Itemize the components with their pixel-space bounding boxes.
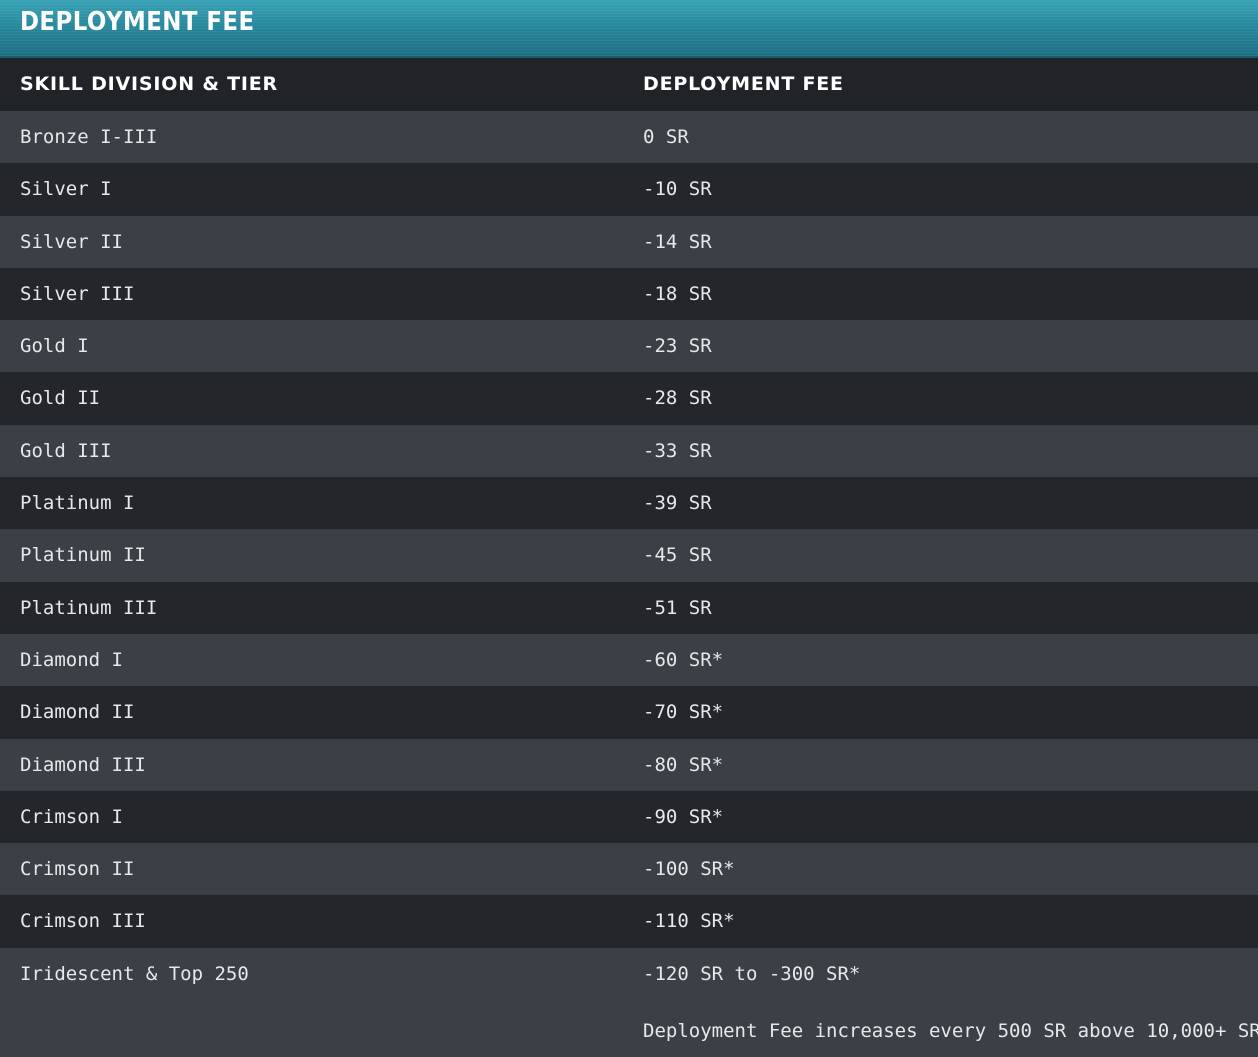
table-row: Diamond I -60 SR*	[0, 633, 1258, 687]
tier-cell: Platinum III	[20, 596, 158, 619]
tier-cell: Silver I	[20, 178, 112, 201]
table-row: Silver II -14 SR	[0, 215, 1258, 268]
tier-cell: Platinum I	[20, 492, 135, 515]
tier-cell: Crimson I	[20, 805, 123, 828]
fee-cell: -90 SR*	[643, 805, 724, 828]
fee-cell: -39 SR	[643, 492, 712, 515]
tier-cell: Platinum II	[20, 544, 146, 567]
fee-cell: -10 SR	[643, 178, 712, 201]
tier-cell: Crimson II	[20, 858, 135, 881]
table-row: Crimson I -90 SR*	[0, 790, 1258, 844]
page-title: DEPLOYMENT FEE	[20, 7, 255, 37]
tier-cell: Gold I	[20, 335, 89, 358]
tier-cell: Silver II	[20, 230, 123, 253]
deployment-fee-table: SKILL DIVISION & TIER DEPLOYMENT FEE Bro…	[0, 58, 1258, 1057]
table-row: Platinum I -39 SR	[0, 477, 1258, 530]
table-row: Iridescent & Top 250 -120 SR to -300 SR*…	[0, 947, 1258, 1057]
tier-cell: Diamond II	[20, 701, 135, 724]
tier-cell: Diamond I	[20, 648, 123, 671]
table-row: Platinum III -51 SR	[0, 581, 1258, 634]
fee-cell: -100 SR*	[643, 858, 735, 881]
table-row: Gold II -28 SR	[0, 372, 1258, 425]
fee-cell: -110 SR*	[643, 910, 735, 933]
fee-cell: -80 SR*	[643, 753, 724, 776]
table-row: Diamond III -80 SR*	[0, 738, 1258, 791]
fee-cell: -23 SR	[643, 335, 712, 358]
tier-cell: Gold III	[20, 439, 112, 462]
fee-footnote: Deployment Fee increases every 500 SR ab…	[643, 1019, 1258, 1042]
tier-cell: Bronze I-III	[20, 126, 158, 148]
tier-cell: Gold II	[20, 387, 101, 410]
table-row: Gold I -23 SR	[0, 320, 1258, 373]
table-row: Crimson II -100 SR*	[0, 843, 1258, 896]
table-row: Crimson III -110 SR*	[0, 895, 1258, 948]
fee-cell: 0 SR	[643, 126, 689, 148]
fee-cell: -28 SR	[643, 387, 712, 410]
tier-cell: Crimson III	[20, 910, 146, 933]
tier-cell: Iridescent & Top 250	[20, 962, 249, 985]
column-header-skill-division: SKILL DIVISION & TIER	[20, 73, 278, 95]
fee-cell: -45 SR	[643, 544, 712, 567]
table-row: Platinum II -45 SR	[0, 529, 1258, 582]
fee-cell: -14 SR	[643, 230, 712, 253]
table-row: Silver III -18 SR	[0, 267, 1258, 321]
table-header-row: SKILL DIVISION & TIER DEPLOYMENT FEE	[0, 58, 1258, 111]
column-header-deployment-fee: DEPLOYMENT FEE	[643, 73, 844, 95]
fee-cell: -18 SR	[643, 282, 712, 305]
fee-cell: -60 SR*	[643, 648, 724, 671]
table-row: Silver I -10 SR	[0, 163, 1258, 216]
tier-cell: Silver III	[20, 282, 135, 305]
fee-cell: -51 SR	[643, 596, 712, 619]
table-row: Bronze I-III 0 SR	[0, 111, 1258, 164]
fee-cell: -33 SR	[643, 439, 712, 462]
page-header: DEPLOYMENT FEE	[0, 0, 1258, 58]
fee-cell: -120 SR to -300 SR*	[643, 962, 861, 985]
table-row: Diamond II -70 SR*	[0, 686, 1258, 739]
table-row: Gold III -33 SR	[0, 424, 1258, 478]
fee-cell: -70 SR*	[643, 701, 724, 724]
tier-cell: Diamond III	[20, 753, 146, 776]
